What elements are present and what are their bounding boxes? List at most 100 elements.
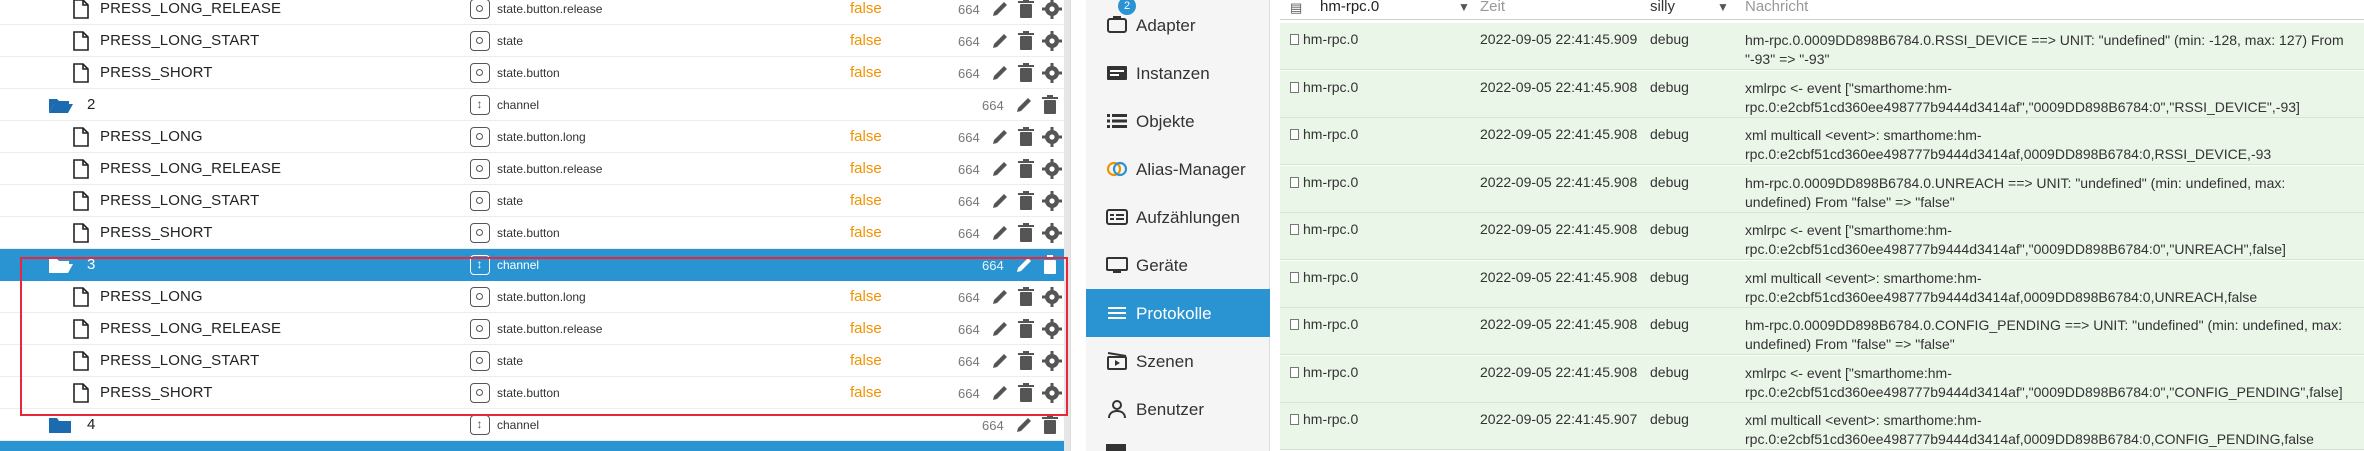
log-source-filter[interactable]: hm-rpc.0 [1320, 0, 1379, 15]
nav-item-adapter[interactable]: 2 Adapter [1086, 0, 1270, 49]
tree-state-row[interactable]: PRESS_SHORT state.button false 664 [0, 377, 1070, 409]
tree-channel-row[interactable]: 2 ↕ channel 664 [0, 89, 1070, 121]
folder-icon[interactable] [48, 255, 74, 275]
log-row[interactable]: hm-rpc.0 2022-09-05 22:41:45.908 debug hm-r… [1280, 308, 2364, 355]
log-message: hm-rpc.0.0009DD898B6784.0.CONFIG_PENDING… [1745, 317, 2343, 352]
tree-item-value[interactable]: false [850, 160, 882, 177]
edit-pencil-icon[interactable] [990, 0, 1010, 20]
nav-item-objekte[interactable]: Objekte [1086, 97, 1270, 145]
delete-trash-icon[interactable] [1016, 286, 1036, 308]
settings-gear-icon[interactable] [1042, 286, 1062, 308]
delete-trash-icon[interactable] [1016, 382, 1036, 404]
delete-trash-icon[interactable] [1016, 126, 1036, 148]
edit-pencil-icon[interactable] [990, 30, 1010, 52]
tree-channel-row[interactable]: 4 ↕ channel 664 [0, 409, 1070, 441]
settings-gear-icon[interactable] [1042, 318, 1062, 340]
delete-trash-icon[interactable] [1040, 94, 1060, 116]
settings-gear-icon[interactable] [1042, 30, 1062, 52]
file-icon [72, 159, 90, 179]
tree-channel-row[interactable]: 3 ↕ channel 664 [0, 249, 1070, 281]
delete-trash-icon[interactable] [1016, 158, 1036, 180]
log-row[interactable]: hm-rpc.0 2022-09-05 22:41:45.908 debug xmlr… [1280, 356, 2364, 403]
log-source: hm-rpc.0 [1290, 364, 1358, 380]
settings-gear-icon[interactable] [1042, 190, 1062, 212]
delete-trash-icon[interactable] [1016, 0, 1036, 20]
settings-gear-icon[interactable] [1042, 382, 1062, 404]
delete-trash-icon[interactable] [1016, 62, 1036, 84]
folder-icon[interactable] [48, 95, 74, 115]
file-icon [72, 31, 90, 51]
tree-next-row-selected[interactable] [0, 441, 1064, 451]
folder-icon[interactable] [48, 415, 74, 435]
tree-state-row[interactable]: PRESS_LONG state.button.long false 664 [0, 281, 1070, 313]
tree-item-value[interactable]: false [850, 320, 882, 337]
tree-item-value[interactable]: false [850, 128, 882, 145]
delete-trash-icon[interactable] [1016, 30, 1036, 52]
tree-state-row[interactable]: PRESS_LONG_RELEASE state.button.release fa… [0, 313, 1070, 345]
adapter-icon [1106, 15, 1128, 35]
edit-pencil-icon[interactable] [1014, 254, 1034, 276]
delete-trash-icon[interactable] [1016, 350, 1036, 372]
settings-gear-icon[interactable] [1042, 350, 1062, 372]
nav-item-aufz-hlungen[interactable]: Aufzählungen [1086, 193, 1270, 241]
settings-gear-icon[interactable] [1042, 62, 1062, 84]
tree-state-row[interactable]: PRESS_LONG_START state false 664 [0, 185, 1070, 217]
edit-pencil-icon[interactable] [990, 350, 1010, 372]
tree-state-row[interactable]: PRESS_LONG_RELEASE state.button.release fa… [0, 153, 1070, 185]
log-row[interactable]: hm-rpc.0 2022-09-05 22:41:45.908 debug xmlr… [1280, 213, 2364, 260]
delete-trash-icon[interactable] [1016, 190, 1036, 212]
delete-trash-icon[interactable] [1016, 318, 1036, 340]
nav-item-protokolle[interactable]: Protokolle [1086, 289, 1270, 337]
settings-gear-icon[interactable] [1042, 0, 1062, 20]
tree-item-value[interactable]: false [850, 32, 882, 49]
edit-pencil-icon[interactable] [990, 222, 1010, 244]
nav-item-ger-te[interactable]: Geräte [1086, 241, 1270, 289]
delete-trash-icon[interactable] [1040, 414, 1060, 436]
edit-pencil-icon[interactable] [1014, 414, 1034, 436]
edit-pencil-icon[interactable] [990, 286, 1010, 308]
edit-pencil-icon[interactable] [990, 126, 1010, 148]
settings-gear-icon[interactable] [1042, 158, 1062, 180]
log-severity-filter[interactable]: silly [1650, 0, 1675, 15]
tree-item-value[interactable]: false [850, 64, 882, 81]
tree-state-row[interactable]: PRESS_LONG state.button.long false 664 [0, 121, 1070, 153]
tree-item-value[interactable]: false [850, 192, 882, 209]
log-row[interactable]: hm-rpc.0 2022-09-05 22:41:45.907 debug xml … [1280, 403, 2364, 450]
nav-item-szenen[interactable]: Szenen [1086, 337, 1270, 385]
log-row[interactable]: hm-rpc.0 2022-09-05 22:41:45.908 debug xml … [1280, 118, 2364, 165]
delete-trash-icon[interactable] [1040, 254, 1060, 276]
log-row[interactable]: hm-rpc.0 2022-09-05 22:41:45.908 debug hm-r… [1280, 166, 2364, 213]
edit-pencil-icon[interactable] [990, 190, 1010, 212]
tree-state-row[interactable]: PRESS_LONG_START state false 664 [0, 25, 1070, 57]
edit-pencil-icon[interactable] [990, 62, 1010, 84]
log-time-header: Zeit [1480, 0, 1506, 15]
delete-trash-icon[interactable] [1016, 222, 1036, 244]
settings-gear-icon[interactable] [1042, 222, 1062, 244]
settings-gear-icon[interactable] [1042, 126, 1062, 148]
edit-pencil-icon[interactable] [1014, 94, 1034, 116]
tree-item-value[interactable]: false [850, 352, 882, 369]
file-icon [1290, 82, 1299, 93]
tree-item-value[interactable]: false [850, 0, 882, 17]
log-row[interactable]: hm-rpc.0 2022-09-05 22:41:45.909 debug hm-r… [1280, 23, 2364, 70]
tree-item-value[interactable]: false [850, 288, 882, 305]
edit-pencil-icon[interactable] [990, 382, 1010, 404]
edit-pencil-icon[interactable] [990, 158, 1010, 180]
panel-divider[interactable] [1070, 0, 1086, 451]
nav-item-benutzer[interactable]: Benutzer [1086, 385, 1270, 433]
tree-item-value[interactable]: false [850, 384, 882, 401]
chevron-down-icon[interactable]: ▼ [1717, 0, 1729, 14]
nav-item-instanzen[interactable]: Instanzen [1086, 49, 1270, 97]
sidebar-nav: 2 Adapter Instanzen Objekte Alias-Manager Auf… [1086, 0, 1270, 451]
tree-item-value[interactable]: false [850, 224, 882, 241]
edit-pencil-icon[interactable] [990, 318, 1010, 340]
tree-state-row[interactable]: PRESS_LONG_START state false 664 [0, 345, 1070, 377]
log-row[interactable]: hm-rpc.0 2022-09-05 22:41:45.908 debug xml … [1280, 261, 2364, 308]
log-row[interactable]: hm-rpc.0 2022-09-05 22:41:45.908 debug xmlr… [1280, 71, 2364, 118]
tree-state-row[interactable]: PRESS_LONG_RELEASE state.button.release fa… [0, 0, 1070, 25]
tree-item-role: state.button.long [497, 130, 586, 144]
tree-state-row[interactable]: PRESS_SHORT state.button false 664 [0, 217, 1070, 249]
nav-item-alias-manager[interactable]: Alias-Manager [1086, 145, 1270, 193]
tree-state-row[interactable]: PRESS_SHORT state.button false 664 [0, 57, 1070, 89]
chevron-down-icon[interactable]: ▼ [1458, 0, 1470, 14]
